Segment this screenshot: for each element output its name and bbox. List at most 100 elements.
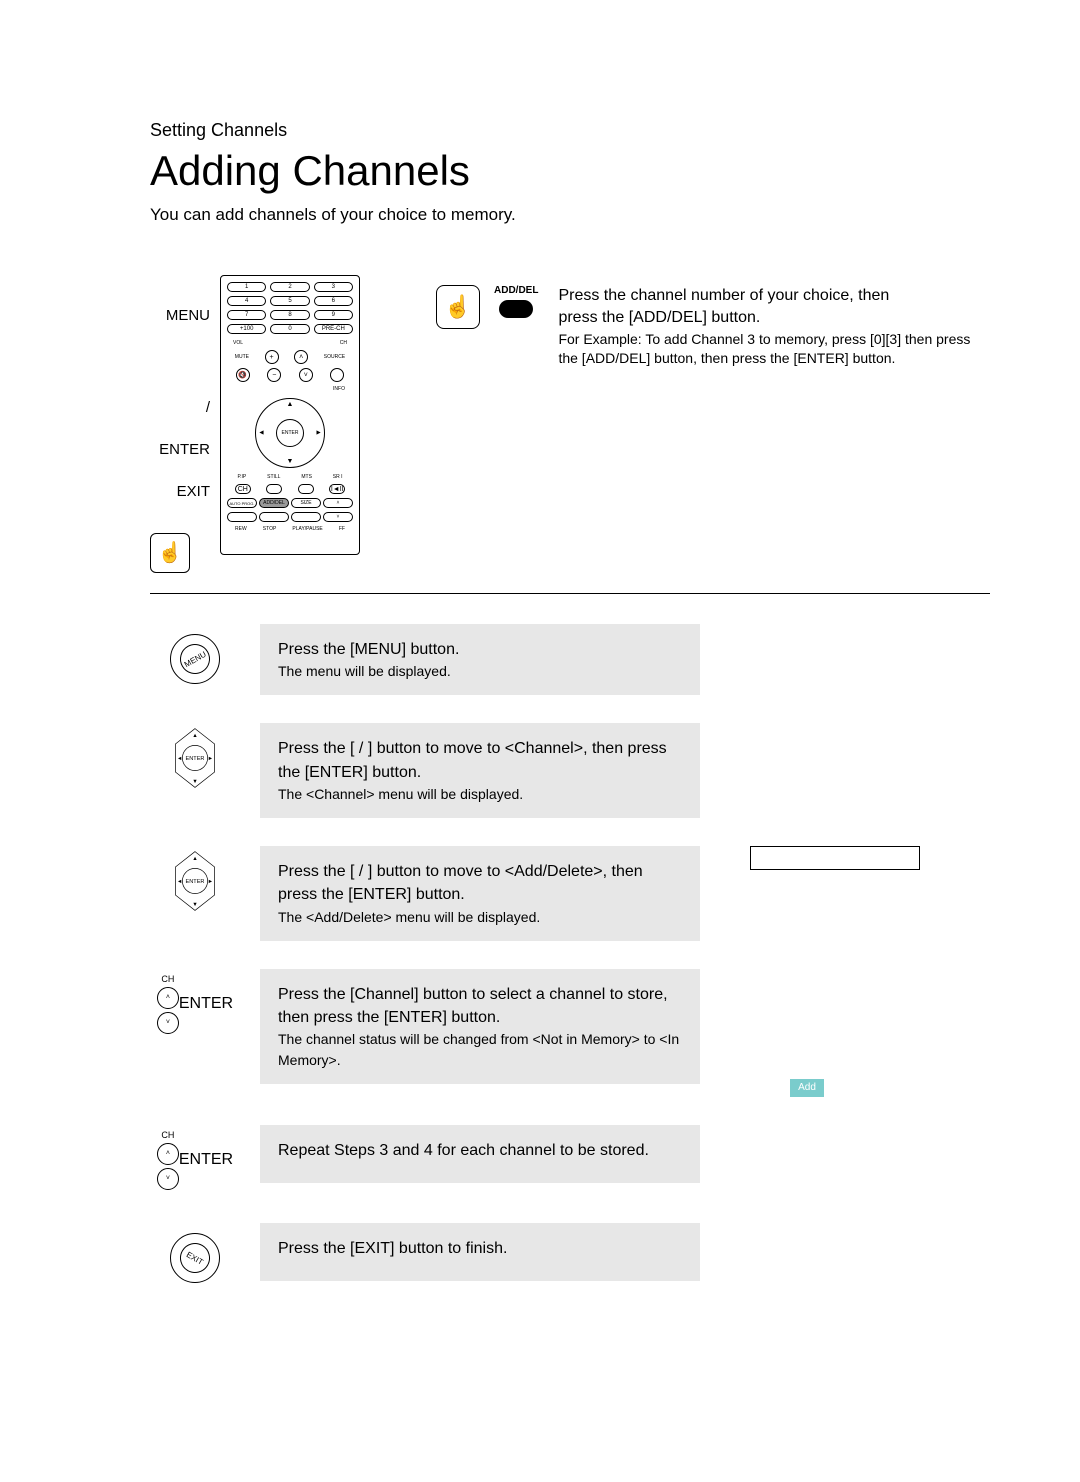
- mts-btn: [298, 484, 314, 494]
- ch-up-icon: ˄: [157, 987, 179, 1009]
- svg-text:►: ►: [208, 757, 214, 763]
- step-1-icon: MENU: [150, 624, 240, 694]
- hand-icon: ☝: [150, 533, 190, 573]
- remote-diagram: 1 2 3 4 5 6 7 8 9 +100 0 PRE-CH VOL CH M…: [220, 275, 360, 555]
- page-title: Adding Channels: [150, 147, 990, 195]
- numpad-9: 9: [314, 310, 353, 320]
- ch-label: CH: [161, 1130, 174, 1140]
- remote-blank2: [259, 512, 289, 522]
- numpad-prech: PRE-CH: [314, 324, 353, 334]
- label-stop: STOP: [263, 526, 277, 532]
- step-3-icon: ENTER ▲ ▼ ◄ ►: [150, 846, 240, 916]
- step-2-text: Press the [ / ] button to move to <Chann…: [260, 723, 700, 818]
- enter-icon-label: ENTER: [186, 757, 205, 763]
- step-5-main: Repeat Steps 3 and 4 for each channel to…: [278, 1139, 682, 1162]
- step-3-sub: The <Add/Delete> menu will be displayed.: [278, 907, 682, 927]
- intro-text: You can add channels of your choice to m…: [150, 205, 990, 225]
- svg-text:◄: ◄: [177, 757, 183, 763]
- svg-text:◄: ◄: [177, 879, 183, 885]
- label-ch: CH: [340, 340, 347, 346]
- step-3-text: Press the [ / ] button to move to <Add/D…: [260, 846, 700, 941]
- step-3-main: Press the [ / ] button to move to <Add/D…: [278, 860, 682, 906]
- ch-up-icon: ˄: [157, 1143, 179, 1165]
- top-description: Press the channel number of your choice,…: [548, 275, 990, 369]
- remote-down: ˅: [323, 512, 353, 522]
- numpad-5: 5: [270, 296, 309, 306]
- numpad-8: 8: [270, 310, 309, 320]
- step-4-icon: CH ˄ ˅ ENTER: [150, 969, 240, 1039]
- desc-sub: For Example: To add Channel 3 to memory,…: [558, 330, 990, 369]
- label-enter: ENTER: [150, 429, 210, 471]
- numpad-1: 1: [227, 282, 266, 292]
- sri-btn: I◄II: [329, 484, 345, 494]
- ch-down-icon: ˅: [157, 1012, 179, 1034]
- step-2-main: Press the [ / ] button to move to <Chann…: [278, 737, 682, 783]
- step-1-sub: The menu will be displayed.: [278, 661, 682, 681]
- numpad-plus100: +100: [227, 324, 266, 334]
- label-sri: SR I: [333, 474, 343, 480]
- svg-text:▲: ▲: [192, 856, 198, 862]
- step-5-text: Repeat Steps 3 and 4 for each channel to…: [260, 1125, 700, 1183]
- step-2: ENTER ▲ ▼ ◄ ► Press the [ / ] button to …: [150, 723, 990, 818]
- label-source: SOURCE: [324, 354, 345, 360]
- top-left-labels: MENU / ENTER EXIT ☝: [150, 275, 210, 573]
- step-6-text: Press the [EXIT] button to finish.: [260, 1223, 700, 1281]
- numpad-3: 3: [314, 282, 353, 292]
- ch-down-icon: ˅: [157, 1168, 179, 1190]
- remote-up: ˄: [323, 498, 353, 508]
- label-info: INFO: [227, 386, 353, 392]
- still-btn: [266, 484, 282, 494]
- label-size: SIZE: [291, 498, 321, 508]
- svg-text:►: ►: [208, 879, 214, 885]
- remote-blank3: [291, 512, 321, 522]
- step-2-sub: The <Channel> menu will be displayed.: [278, 784, 682, 804]
- svg-text:ENTER: ENTER: [186, 879, 205, 885]
- step-1: MENU Press the [MENU] button. The menu w…: [150, 624, 990, 695]
- label-ff: FF: [339, 526, 345, 532]
- numpad-6: 6: [314, 296, 353, 306]
- label-still: STILL: [267, 474, 280, 480]
- pip-btn: CH: [235, 484, 251, 494]
- desc-line1: Press the channel number of your choice,…: [558, 285, 990, 307]
- vol-down-icon: −: [267, 368, 281, 382]
- remote-blank1: [227, 512, 257, 522]
- adddel-callout: ADD/DEL: [494, 275, 538, 318]
- mute-icon: 🔇: [236, 368, 250, 382]
- step-4: CH ˄ ˅ ENTER Press the [Channel] button …: [150, 969, 990, 1097]
- add-badge: Add: [790, 1079, 824, 1097]
- step-3: ENTER ▲ ▼ ◄ ► Press the [ / ] button to …: [150, 846, 990, 941]
- numpad-4: 4: [227, 296, 266, 306]
- arrow-up-icon: ▲: [287, 401, 294, 408]
- step-1-text: Press the [MENU] button. The menu will b…: [260, 624, 700, 695]
- numpad-7: 7: [227, 310, 266, 320]
- enter-small-icon: ENTER: [179, 1151, 233, 1169]
- arrow-down-icon: ▼: [287, 458, 294, 465]
- section-label: Setting Channels: [150, 120, 990, 141]
- step-4-text: Press the [Channel] button to select a c…: [260, 969, 700, 1084]
- label-play: PLAY/PAUSE: [292, 526, 322, 532]
- source-icon: [330, 368, 344, 382]
- enter-small-icon: ENTER: [179, 995, 233, 1013]
- step-6-icon: EXIT: [150, 1223, 240, 1293]
- top-summary-block: MENU / ENTER EXIT ☝ 1 2 3 4 5 6 7 8 9 +1…: [150, 275, 990, 594]
- label-menu: MENU: [150, 295, 210, 337]
- label-vol: VOL: [233, 340, 243, 346]
- ch-up-icon: ˄: [294, 350, 308, 364]
- numpad-2: 2: [270, 282, 309, 292]
- label-autoprog: AUTO PROG.: [227, 498, 257, 508]
- step-6: EXIT Press the [EXIT] button to finish.: [150, 1223, 990, 1293]
- osd-preview-box: [750, 846, 920, 870]
- step-5-icon: CH ˄ ˅ ENTER: [150, 1125, 240, 1195]
- label-slash: /: [150, 387, 210, 429]
- step-4-sub: The channel status will be changed from …: [278, 1029, 682, 1070]
- desc-line2: press the [ADD/DEL] button.: [558, 307, 990, 329]
- label-mute: MUTE: [235, 354, 249, 360]
- arrow-right-icon: ►: [315, 430, 322, 437]
- ch-down-icon: ˅: [299, 368, 313, 382]
- label-pip: P.IP: [237, 474, 246, 480]
- svg-text:▼: ▼: [192, 780, 198, 786]
- step-2-icon: ENTER ▲ ▼ ◄ ►: [150, 723, 240, 793]
- svg-text:▲: ▲: [192, 733, 198, 739]
- step-1-main: Press the [MENU] button.: [278, 638, 682, 661]
- step-6-main: Press the [EXIT] button to finish.: [278, 1237, 682, 1260]
